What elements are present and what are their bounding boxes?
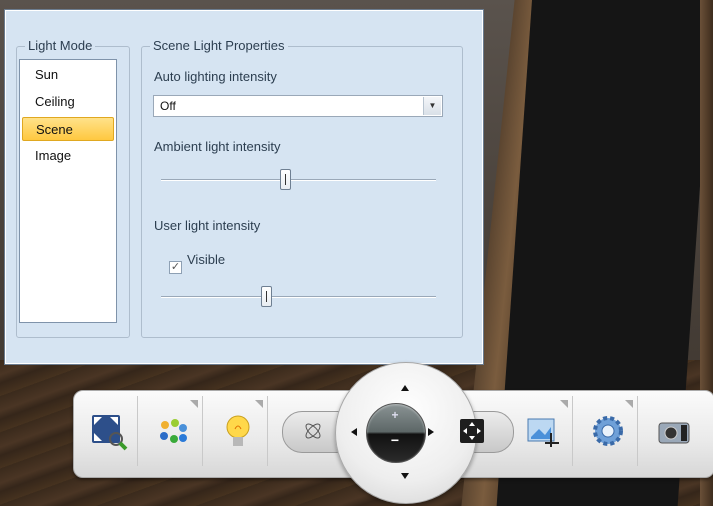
scene-light-properties-title: Scene Light Properties [150,38,288,54]
visible-checkbox[interactable]: ✓ [169,261,182,274]
fullscreen-button[interactable] [447,407,497,455]
pan-left-icon[interactable] [351,428,357,436]
orbit-button[interactable] [290,407,335,455]
pan-down-icon[interactable] [401,473,409,479]
fullscreen-icon [460,419,484,443]
camera-icon [658,422,690,444]
submenu-indicator-icon [255,400,263,408]
user-light-slider-track[interactable] [161,296,436,297]
auto-lighting-dropdown[interactable]: Off ▼ [153,95,443,117]
orbit-icon [305,423,320,439]
lightbulb-icon [226,415,249,446]
camera-button[interactable] [643,396,703,466]
fit-view-icon [91,415,127,451]
lighting-button[interactable] [208,396,268,466]
pan-right-icon[interactable] [428,428,434,436]
auto-lighting-value: Off [160,99,176,113]
ambient-light-label: Ambient light intensity [154,139,281,154]
light-mode-list: Sun Ceiling Scene Image [19,59,117,323]
scene-light-properties-group: Scene Light Properties [141,38,463,338]
user-light-slider-thumb[interactable] [260,286,272,307]
light-mode-title: Light Mode [25,38,96,54]
light-mode-item-scene[interactable]: Scene [22,117,114,141]
zoom-out-button[interactable]: − [389,432,401,448]
pan-up-icon[interactable] [401,385,409,391]
submenu-indicator-icon [190,400,198,408]
materials-icon [159,419,187,443]
light-mode-item-ceiling[interactable]: Ceiling [22,90,114,114]
user-light-label: User light intensity [154,218,261,233]
crop-image-button[interactable] [513,396,573,466]
zoom-in-button[interactable]: + [389,408,401,422]
visible-label: Visible [187,252,226,267]
submenu-indicator-icon [560,400,568,408]
chevron-down-icon[interactable]: ▼ [423,97,441,115]
gear-icon [592,416,623,446]
materials-button[interactable] [143,396,203,466]
ambient-light-slider-track[interactable] [161,179,436,180]
submenu-indicator-icon [625,400,633,408]
light-mode-item-sun[interactable]: Sun [22,63,114,87]
settings-button[interactable] [578,396,638,466]
ambient-light-slider-thumb[interactable] [279,169,291,190]
light-mode-item-image[interactable]: Image [22,144,114,168]
fit-view-button[interactable] [78,396,138,466]
light-settings-panel: Light Mode Sun Ceiling Scene Image Scene… [5,10,483,364]
auto-lighting-label: Auto lighting intensity [154,69,277,84]
crop-image-icon [527,418,559,447]
